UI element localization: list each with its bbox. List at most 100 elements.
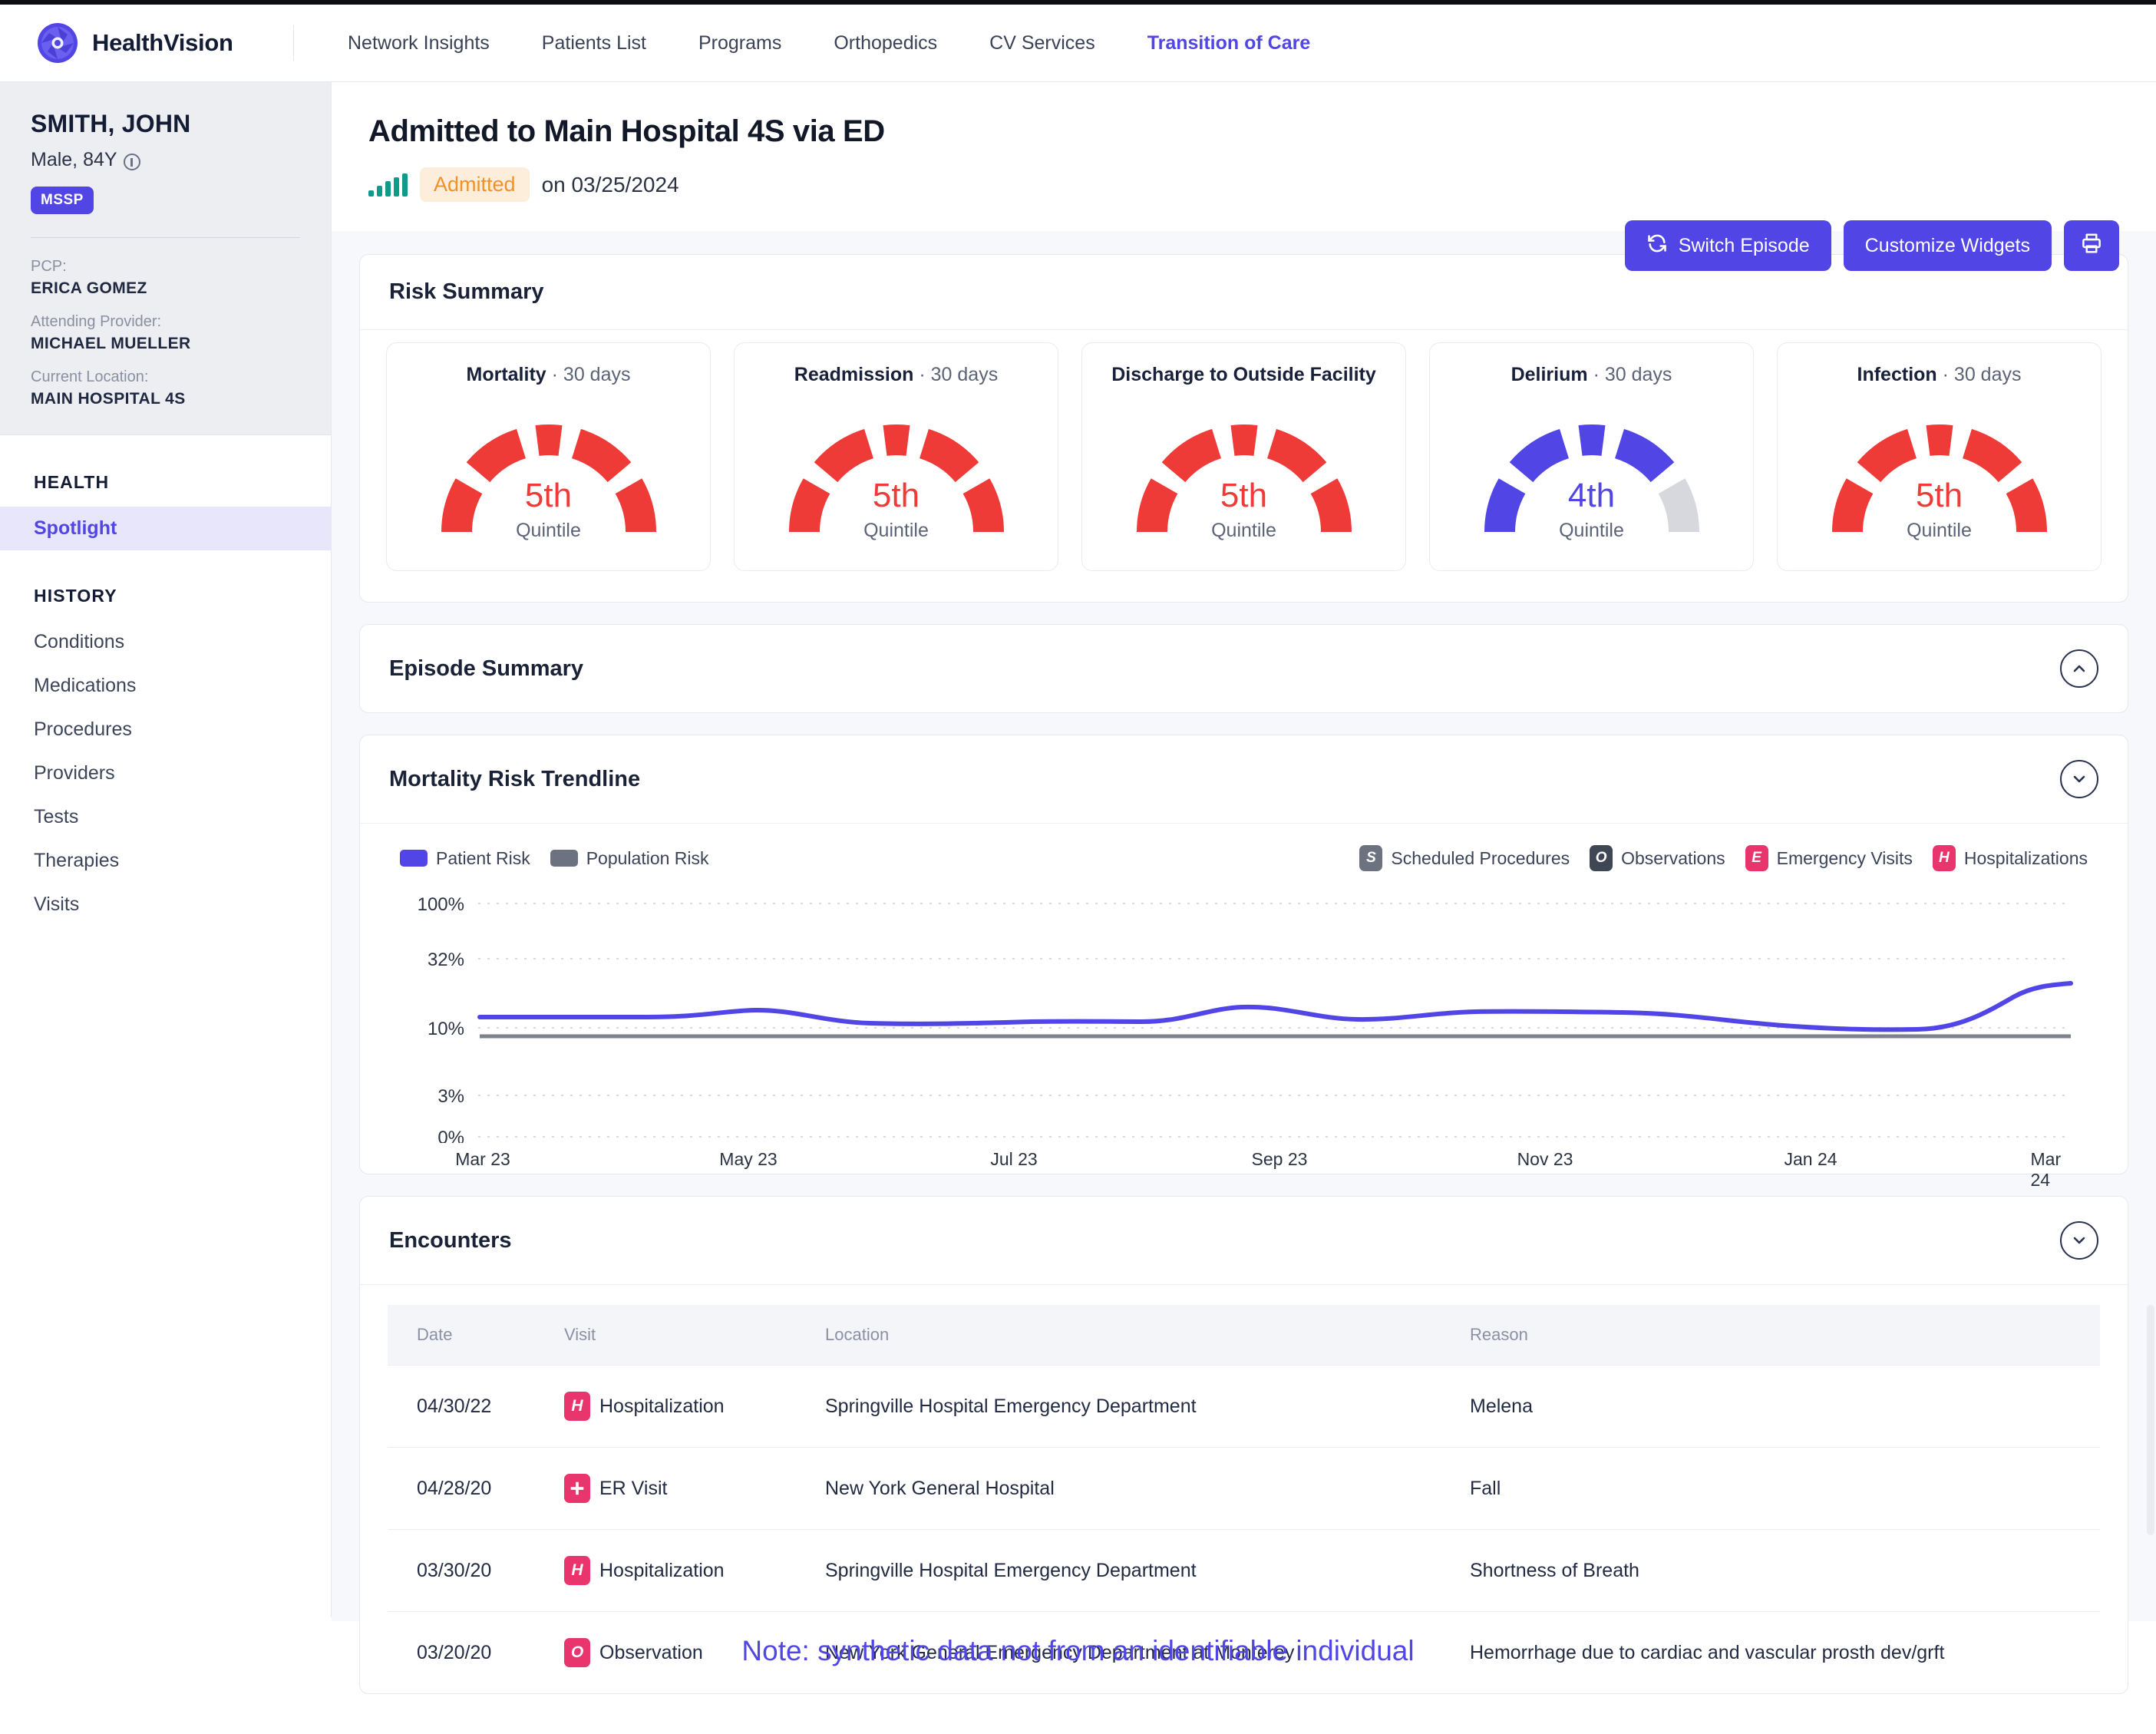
sidebar-item-spotlight[interactable]: Spotlight [0,507,331,550]
column-header-location: Location [825,1305,1470,1366]
gauge-arc: 5th Quintile [781,415,1012,547]
encounters-header[interactable]: Encounters [360,1197,2128,1285]
sidebar-item-visits[interactable]: Visits [0,883,331,926]
visit-label: Hospitalization [599,1395,725,1417]
visit-cell: H Hospitalization [564,1556,825,1585]
sidebar-item-procedures[interactable]: Procedures [0,708,331,751]
pcp-value: ERICA GOMEZ [31,279,147,297]
gauge-title: Readmission · 30 days [794,363,998,412]
x-tick-label: Nov 23 [1517,1149,1573,1169]
table-row[interactable]: 04/30/22 H Hospitalization Springville H… [388,1365,2100,1448]
gauge-card-delirium[interactable]: Delirium · 30 days 4th Quintile [1429,342,1754,571]
nav-item-network-insights[interactable]: Network Insights [322,32,516,54]
gauge-card-readmission[interactable]: Readmission · 30 days 5th Quintile [734,342,1058,571]
gauge-value: 5th [872,477,920,514]
nav-item-programs[interactable]: Programs [672,32,807,54]
printer-icon [2080,232,2103,260]
admitted-date: on 03/25/2024 [541,172,679,197]
gauge-card-mortality[interactable]: Mortality · 30 days 5th Quintile [386,342,711,571]
plot-svg: 100% 32% 10% 3% 0% [418,894,2073,1143]
chevron-down-icon[interactable] [2060,760,2098,798]
sidebar-item-conditions[interactable]: Conditions [0,620,331,664]
legend-hospitalizations: H Hospitalizations [1932,845,2088,871]
svg-text:3%: 3% [437,1086,464,1107]
gauge-value: 4th [1567,477,1616,514]
current-location-label: Current Location: [31,368,149,385]
footer-note: Note: synthetic data not from an identif… [741,1635,1415,1666]
info-icon[interactable] [123,153,140,170]
gauge-name: Readmission [794,364,914,385]
sidebar-item-providers[interactable]: Providers [0,751,331,795]
column-header-date: Date [388,1305,564,1366]
cell-reason: Melena [1470,1365,2100,1448]
x-tick-label: Mar 23 [455,1149,510,1169]
sidebar-item-medications[interactable]: Medications [0,664,331,708]
svg-text:10%: 10% [428,1019,464,1039]
switch-episode-button[interactable]: Switch Episode [1624,220,1831,271]
page-header: Admitted to Main Hospital 4S via ED Admi… [332,82,2156,231]
status-badge: Admitted [420,167,530,202]
gauge-title: Mortality · 30 days [467,363,631,412]
nav-item-cv-services[interactable]: CV Services [963,32,1121,54]
event-legend: S Scheduled Procedures O Observations E … [1359,845,2088,871]
gauge-unit: Quintile [1907,520,1972,541]
gauge-arc: 5th Quintile [1129,415,1359,547]
chevron-up-icon[interactable] [2060,649,2098,688]
print-button[interactable] [2064,220,2119,271]
header-action-buttons: Switch Episode Customize Widgets [1624,220,2119,271]
table-header: Date Visit Location Reason [388,1305,2100,1366]
observations-icon: O [1590,845,1613,871]
column-header-visit: Visit [564,1305,825,1366]
encounters-card: Encounters Date Visit Location Reason 04… [359,1196,2128,1694]
gauge-name: Infection [1857,364,1937,385]
chevron-down-icon[interactable] [2060,1221,2098,1260]
episode-summary-header[interactable]: Episode Summary [360,625,2128,712]
cell-visit: ER Visit [564,1447,825,1530]
nav-item-transition-of-care[interactable]: Transition of Care [1121,32,1337,54]
customize-widgets-button[interactable]: Customize Widgets [1843,220,2052,271]
visit-label: ER Visit [599,1477,668,1499]
legend-label: Patient Risk [436,847,530,868]
table-row[interactable]: 03/30/20 H Hospitalization Springville H… [388,1529,2100,1612]
table-row[interactable]: 04/28/20 ER Visit New York General Hospi… [388,1447,2100,1530]
sidebar-item-tests[interactable]: Tests [0,795,331,839]
svg-text:0%: 0% [437,1128,464,1143]
gauge-card-discharge-to-outside-facility[interactable]: Discharge to Outside Facility 5th Quinti… [1081,342,1406,571]
episode-summary-title: Episode Summary [389,656,584,681]
patient-program-badge: MSSP [31,187,94,214]
switch-episode-label: Switch Episode [1678,234,1810,256]
svg-text:32%: 32% [428,950,464,970]
brand-logo-area[interactable]: HealthVision [0,22,293,64]
scrollbar[interactable] [2147,1305,2154,1535]
x-tick-label: Jul 23 [990,1149,1038,1169]
refresh-icon [1646,233,1668,259]
pcp-label: PCP: [31,258,67,275]
sidebar-section-health: HEALTH Spotlight [0,435,331,550]
trendline-header[interactable]: Mortality Risk Trendline [360,735,2128,824]
legend-swatch [550,850,578,867]
series-legend: Patient Risk Population Risk [400,848,709,869]
sidebar-section-history: HISTORY Conditions Medications Procedure… [0,586,331,926]
patient-summary-card: SMITH, JOHN Male, 84Y MSSP PCP: ERICA GO… [0,82,331,435]
gauge-unit: Quintile [516,520,581,541]
legend-emergency-visits: E Emergency Visits [1745,845,1913,871]
column-header-reason: Reason [1470,1305,2100,1366]
gauge-name: Discharge to Outside Facility [1111,364,1376,385]
gauge-title: Delirium · 30 days [1511,363,1672,412]
chart-legend: Patient Risk Population Risk S Scheduled… [394,831,2094,879]
legend-scheduled-procedures: S Scheduled Procedures [1359,845,1570,871]
gauge-value: 5th [1915,477,1963,514]
nav-item-patients-list[interactable]: Patients List [516,32,672,54]
gauge-card-infection[interactable]: Infection · 30 days 5th Quintile [1777,342,2102,571]
gauge-name: Mortality [466,364,546,385]
cell-date: 04/28/20 [388,1447,564,1530]
nav-item-orthopedics[interactable]: Orthopedics [807,32,963,54]
gauge-title: Discharge to Outside Facility [1111,363,1376,412]
hospitalizations-icon: H [1932,845,1956,871]
table-header-row: Date Visit Location Reason [388,1305,2100,1366]
sidebar-item-therapies[interactable]: Therapies [0,839,331,883]
sidebar-heading-history: HISTORY [34,586,117,606]
gauge-name: Delirium [1511,364,1588,385]
cell-date: 04/30/22 [388,1365,564,1448]
